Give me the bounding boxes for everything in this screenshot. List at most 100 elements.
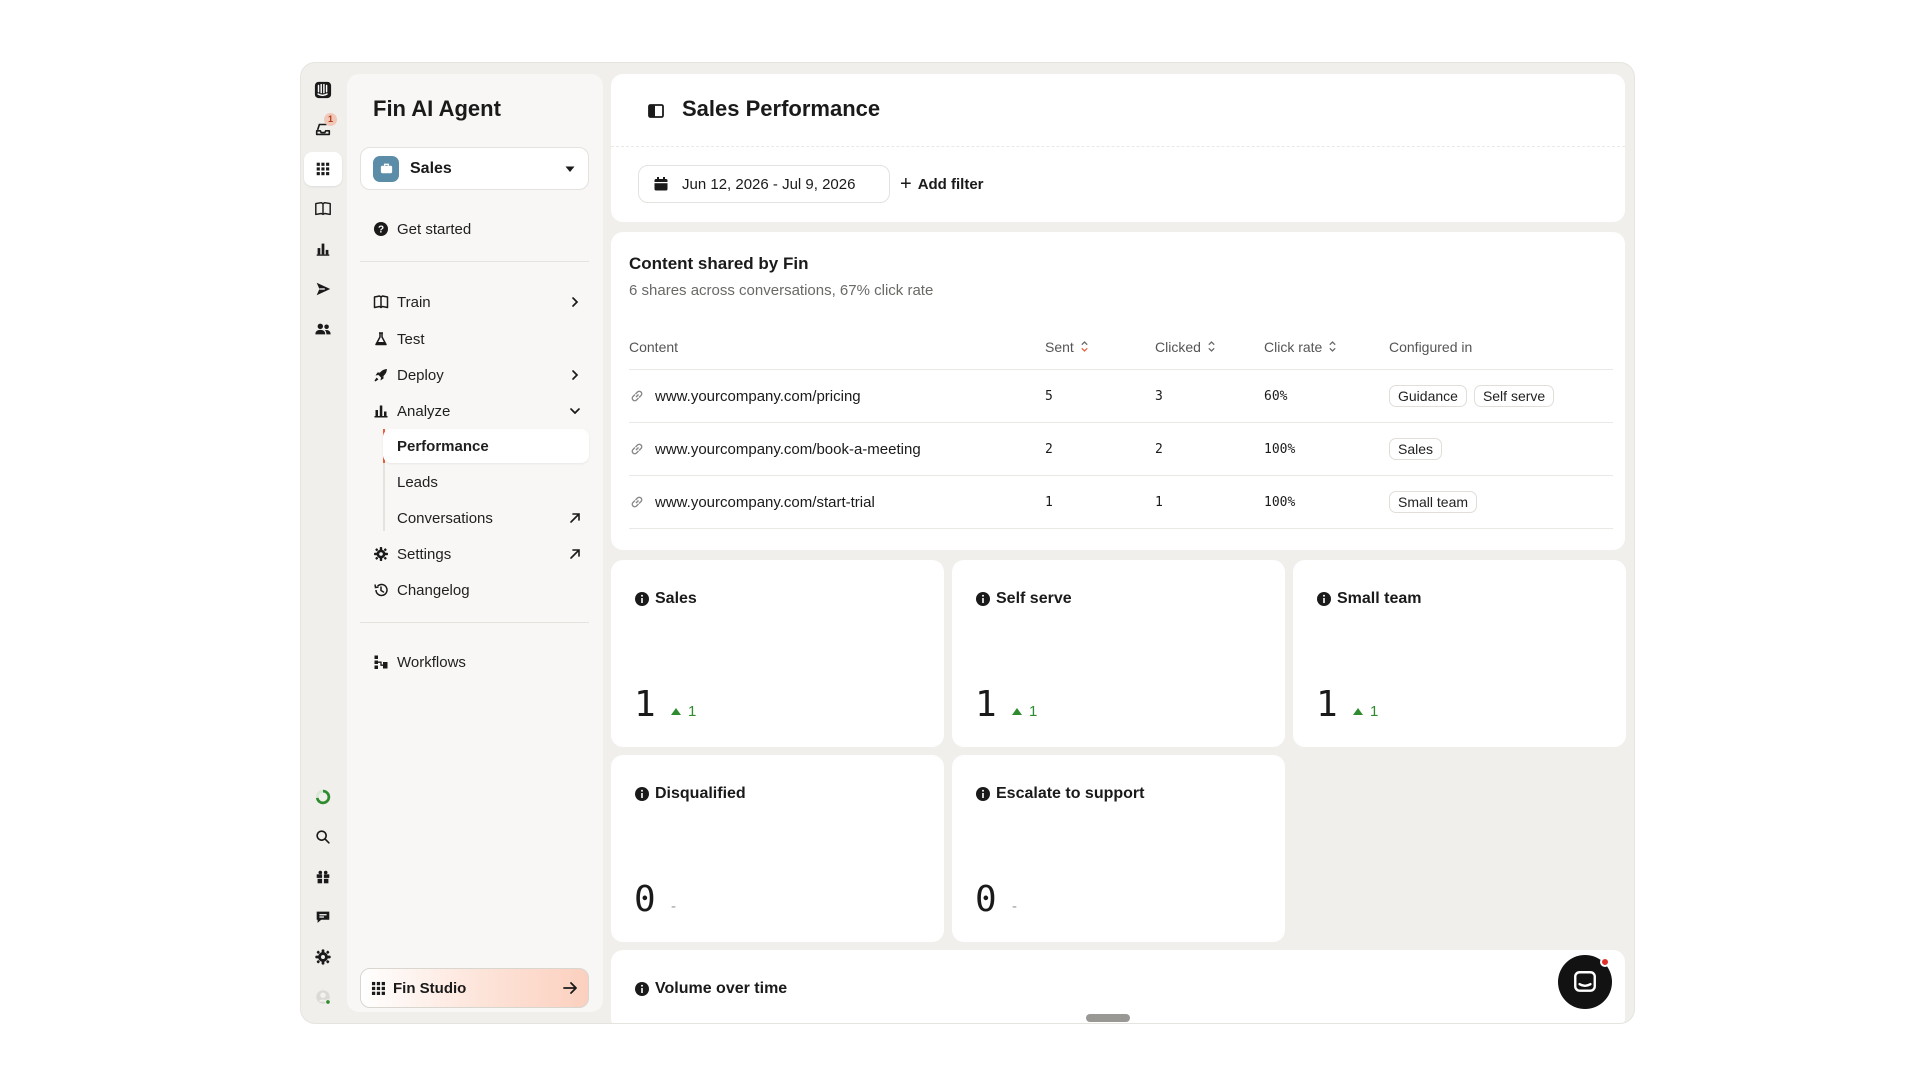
sidebar-divider [360,261,589,262]
info-icon[interactable] [634,786,650,802]
table-row[interactable]: www.yourcompany.com/start-trial 1 1 100%… [629,476,1613,529]
stat-delta-value: 1 [1370,703,1379,720]
click-rate-value: 60% [1264,388,1288,404]
stat-card-self-serve[interactable]: Self serve 1 1 [952,560,1285,747]
inbox-icon[interactable]: 1 [304,112,342,146]
fin-icon[interactable] [304,152,342,186]
sidebar-item-get-started[interactable]: ? Get started [360,212,589,246]
sort-icon [1328,340,1337,353]
column-header-clicked[interactable]: Clicked [1155,324,1216,369]
sidebar-item-performance[interactable]: Performance [383,429,589,463]
messenger-launcher[interactable] [1558,955,1612,1009]
configured-in-cell: Guidance Self serve [1389,370,1561,422]
gear-icon [372,545,390,563]
column-header-sent[interactable]: Sent [1045,324,1089,369]
notification-dot [1600,957,1610,967]
page-title: Sales Performance [682,96,881,121]
settings-icon[interactable] [304,940,342,974]
info-icon[interactable] [975,591,991,607]
apps-icon[interactable] [304,860,342,894]
sidebar-item-label: Performance [397,437,489,455]
configured-in-cell: Sales [1389,423,1449,475]
clicked-value: 3 [1155,388,1163,404]
reports-icon[interactable] [304,232,342,266]
table-row[interactable]: www.yourcompany.com/book-a-meeting 2 2 1… [629,423,1613,476]
workspace-select[interactable]: Sales [360,147,589,190]
info-icon[interactable] [975,786,991,802]
sidebar-item-label: Train [397,293,431,311]
plus-icon: + [900,172,912,195]
card-subtitle: 6 shares across conversations, 67% click… [629,282,934,299]
card-title: Content shared by Fin [629,254,809,273]
progress-ring-icon[interactable] [304,780,342,814]
sidebar-item-label: Settings [397,545,452,563]
sidebar-toggle-icon[interactable] [647,102,665,120]
flask-icon [372,330,390,348]
tag[interactable]: Small team [1389,491,1478,513]
logo-icon[interactable] [304,73,342,107]
column-header-click-rate[interactable]: Click rate [1264,324,1337,369]
content-url[interactable]: www.yourcompany.com/book-a-meeting [655,441,921,458]
date-range-button[interactable]: Jun 12, 2026 - Jul 9, 2026 [638,165,890,203]
clicked-value: 2 [1155,441,1163,457]
stat-card-disqualified[interactable]: Disqualified 0 - [611,755,944,942]
sidebar-item-settings[interactable]: Settings [360,537,589,571]
knowledge-icon[interactable] [304,192,342,226]
stat-card-escalate-to-support[interactable]: Escalate to support 0 - [952,755,1285,942]
stat-delta: - [671,898,676,915]
add-filter-button[interactable]: + Add filter [900,165,984,203]
content-shared-card: Content shared by Fin 6 shares across co… [611,232,1625,550]
contacts-icon[interactable] [304,312,342,346]
rocket-icon [372,366,390,384]
content-url[interactable]: www.yourcompany.com/pricing [655,388,861,405]
stat-title: Self serve [975,590,1072,608]
info-icon[interactable] [1316,591,1332,607]
sidebar-item-label: Test [397,330,425,348]
scrollbar-thumb[interactable] [1086,1014,1130,1022]
stat-title-label: Escalate to support [996,785,1145,802]
chevron-right-icon [561,368,589,382]
sidebar-item-deploy[interactable]: Deploy [360,358,589,392]
stat-delta-value: 1 [688,703,697,720]
sort-icon [1207,340,1216,353]
stat-value: 1 [975,684,997,725]
table-row[interactable]: www.yourcompany.com/pricing 5 3 60% Guid… [629,370,1613,423]
tag[interactable]: Sales [1389,438,1443,460]
click-rate-value: 100% [1264,494,1296,510]
content-url[interactable]: www.yourcompany.com/start-trial [655,494,875,511]
content-table: Content Sent Clicked Click rate Configur… [629,324,1613,529]
stat-value: 1 [1316,684,1338,725]
sidebar-item-analyze[interactable]: Analyze [360,394,589,428]
fin-studio-label: Fin Studio [393,979,467,997]
stat-card-sales[interactable]: Sales 1 1 [611,560,944,747]
chevron-right-icon [561,295,589,309]
fin-studio-button[interactable]: Fin Studio [360,968,589,1008]
avatar[interactable] [304,980,342,1014]
sidebar-item-leads[interactable]: Leads [383,465,589,499]
column-header-content: Content [629,338,679,355]
sidebar-item-label: Workflows [397,653,466,671]
chevron-down-icon [561,404,589,418]
info-icon[interactable] [634,591,650,607]
sidebar-item-label: Conversations [397,509,493,527]
sidebar-item-train[interactable]: Train [360,285,589,319]
sidebar-item-test[interactable]: Test [360,322,589,356]
stat-title-label: Sales [655,590,697,607]
tag[interactable]: Self serve [1473,385,1555,407]
messages-icon[interactable] [304,900,342,934]
stat-value: 0 [975,879,997,920]
stat-card-small-team[interactable]: Small team 1 1 [1293,560,1626,747]
sidebar-item-changelog[interactable]: Changelog [360,573,589,607]
sidebar-item-conversations[interactable]: Conversations [383,501,589,535]
outbound-icon[interactable] [304,272,342,306]
stat-title-label: Small team [1337,590,1422,607]
search-icon[interactable] [304,820,342,854]
content-cell: www.yourcompany.com/start-trial [629,476,875,528]
info-icon[interactable] [634,981,650,997]
tag[interactable]: Guidance [1389,385,1467,407]
sent-value: 1 [1045,494,1053,510]
sidebar-item-workflows[interactable]: Workflows [360,645,589,679]
volume-title: Volume over time [634,980,787,998]
stat-title: Sales [634,590,697,608]
column-header-configured-in: Configured in [1389,338,1473,355]
